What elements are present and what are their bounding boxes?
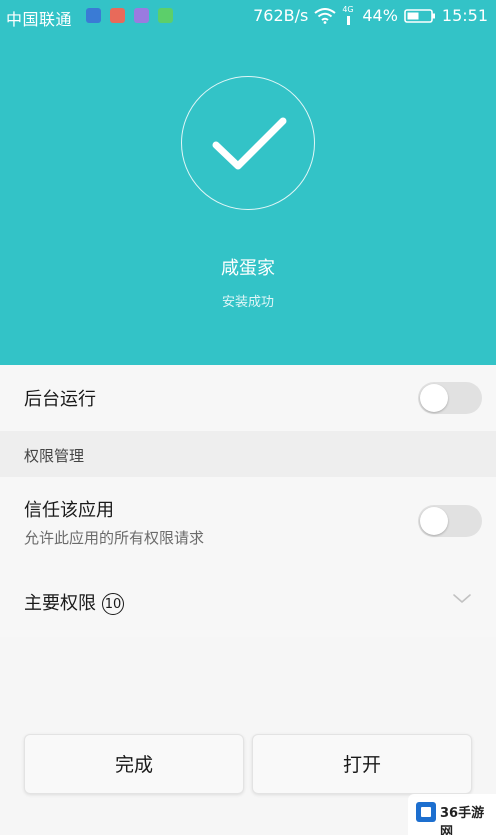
battery-percent: 44% — [362, 6, 398, 25]
clock: 15:51 — [441, 6, 488, 25]
app-name: 咸蛋家 — [221, 258, 275, 279]
watermark-logo-icon — [416, 802, 436, 822]
carrier-name: 中国联通 — [6, 10, 73, 29]
browser-notification-icon — [86, 8, 101, 23]
status-right: 762B/s 4G 44% 15:51 — [253, 5, 488, 26]
trust-app-description: 允许此应用的所有权限请求 — [24, 529, 205, 547]
main-permissions-title: 主要权限 10 — [24, 589, 124, 615]
trust-app-toggle[interactable] — [418, 505, 482, 537]
install-status-text: 安装成功 — [221, 295, 274, 310]
app-notification-icon — [110, 8, 125, 23]
background-run-label: 后台运行 — [24, 389, 96, 410]
permission-section-header: 权限管理 — [0, 431, 496, 477]
phone-notification-icon — [158, 8, 173, 23]
main-permissions-label: 主要权限 — [24, 593, 96, 614]
install-result-screen: 中国联通 762B/s 4G 44% 15:51 咸蛋家 安装成功 后台运行 权… — [0, 0, 496, 835]
permission-count-badge: 10 — [102, 593, 124, 615]
background-run-toggle[interactable] — [418, 382, 482, 414]
toggle-knob — [420, 384, 448, 412]
notification-icons — [86, 8, 173, 23]
message-notification-icon — [134, 8, 149, 23]
success-check-circle — [181, 76, 315, 210]
status-bar: 中国联通 762B/s 4G 44% 15:51 — [0, 0, 496, 32]
permission-section-title: 权限管理 — [24, 447, 85, 465]
chevron-down-icon[interactable] — [452, 593, 472, 605]
trust-app-label: 信任该应用 — [24, 500, 114, 521]
signal-icon: 4G — [342, 5, 356, 26]
trust-app-row: 信任该应用 允许此应用的所有权限请求 — [0, 477, 496, 567]
toggle-knob — [420, 507, 448, 535]
wifi-icon — [314, 8, 336, 24]
install-header: 中国联通 762B/s 4G 44% 15:51 咸蛋家 安装成功 — [0, 0, 496, 365]
open-button[interactable]: 打开 — [252, 734, 472, 794]
done-button[interactable]: 完成 — [24, 734, 244, 794]
battery-icon — [404, 9, 435, 23]
background-run-row: 后台运行 — [0, 365, 496, 431]
net-speed: 762B/s — [253, 6, 309, 25]
main-permissions-row[interactable]: 主要权限 10 — [0, 567, 496, 637]
site-watermark: 36手游网 — [408, 794, 496, 835]
watermark-brand: 36手游网 — [440, 806, 485, 835]
check-icon — [212, 117, 287, 170]
